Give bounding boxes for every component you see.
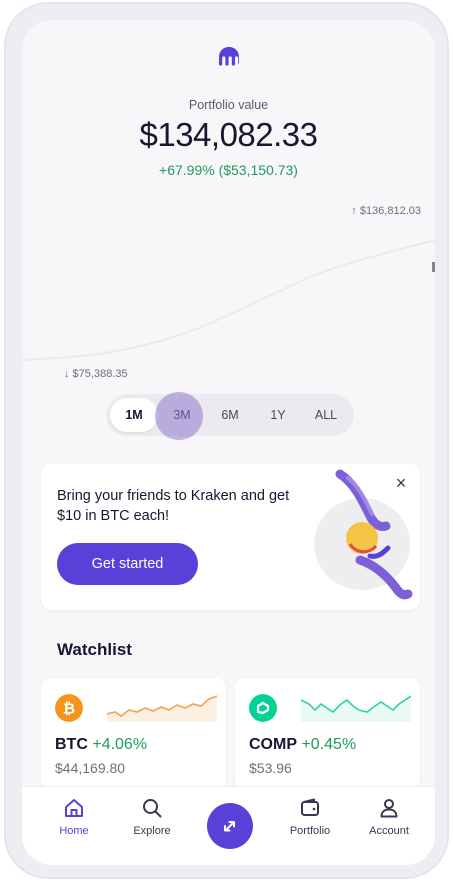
watchlist-card-btc[interactable]: ₿ BTC +4.06% $44,169.80 xyxy=(41,678,226,790)
comp-price: $53.96 xyxy=(249,760,292,776)
nav-account-label: Account xyxy=(369,825,409,837)
portfolio-value: $134,082.33 xyxy=(139,116,318,153)
btc-price: $44,169.80 xyxy=(55,760,126,776)
phone-frame: Portfolio value $134,082.33 +67.99% ($53… xyxy=(4,2,449,879)
bitcoin-icon: ₿ xyxy=(55,694,83,722)
comp-name-row: COMP +0.45% xyxy=(249,736,356,754)
nav-portfolio[interactable]: Portfolio xyxy=(275,797,345,837)
range-1y[interactable]: 1Y xyxy=(254,398,302,432)
wallet-icon xyxy=(301,798,319,816)
svg-text:₿: ₿ xyxy=(63,700,75,718)
time-range-selector: 1M 3M 6M 1Y ALL xyxy=(106,394,354,436)
swap-button[interactable] xyxy=(207,803,253,849)
nav-home-label: Home xyxy=(59,825,89,837)
comp-symbol: COMP xyxy=(249,736,297,753)
swap-arrows-icon xyxy=(224,821,235,832)
chart-high-label: ↑ $136,812.03 xyxy=(351,205,421,217)
app-screen: Portfolio value $134,082.33 +67.99% ($53… xyxy=(22,20,435,865)
portfolio-chart[interactable] xyxy=(22,220,435,370)
range-all[interactable]: ALL xyxy=(302,398,350,432)
btc-change: +4.06% xyxy=(92,736,148,753)
portfolio-change: +67.99% ($53,150.73) xyxy=(159,162,298,178)
btc-name-row: BTC +4.06% xyxy=(55,736,147,754)
portfolio-label: Portfolio value xyxy=(188,98,269,112)
kraken-logo-icon xyxy=(219,47,239,66)
bottom-nav: Home Explore Portfolio Account xyxy=(22,786,435,865)
referral-promo-card: Bring your friends to Kraken and get $10… xyxy=(41,464,420,610)
watchlist-card-comp[interactable]: COMP +0.45% $53.96 xyxy=(235,678,420,790)
btc-sparkline xyxy=(107,695,217,722)
chart-low-label: ↓ $75,388.35 xyxy=(64,368,128,380)
nav-portfolio-label: Portfolio xyxy=(289,825,331,837)
nav-home[interactable]: Home xyxy=(39,797,109,837)
comp-change: +0.45% xyxy=(301,736,357,753)
comp-sparkline xyxy=(301,695,411,722)
btc-symbol: BTC xyxy=(55,736,88,753)
range-1m[interactable]: 1M xyxy=(110,398,158,432)
range-3m[interactable]: 3M xyxy=(158,398,206,432)
user-icon xyxy=(380,799,398,818)
home-icon xyxy=(65,799,83,817)
get-started-button[interactable]: Get started xyxy=(57,543,198,585)
nav-explore-label: Explore xyxy=(133,825,171,837)
watchlist-title: Watchlist xyxy=(57,640,132,659)
nav-explore[interactable]: Explore xyxy=(117,797,187,837)
promo-text: Bring your friends to Kraken and get $10… xyxy=(57,488,290,524)
nav-account[interactable]: Account xyxy=(354,797,424,837)
close-icon[interactable]: × xyxy=(392,474,410,492)
range-6m[interactable]: 6M xyxy=(206,398,254,432)
search-icon xyxy=(143,799,162,818)
compound-icon xyxy=(249,694,277,722)
